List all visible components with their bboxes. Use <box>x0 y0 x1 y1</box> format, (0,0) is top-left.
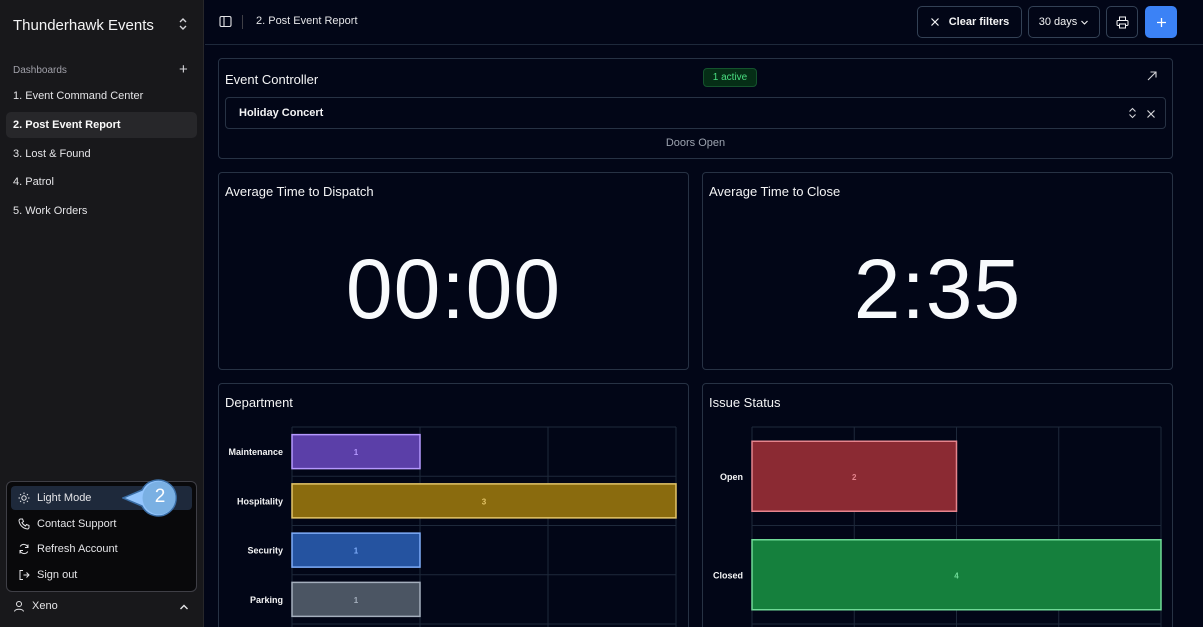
expand-icon[interactable] <box>1146 70 1158 85</box>
menu-item-label: Light Mode <box>37 492 92 504</box>
department-card: Department Maintenance 1 Hospitality 3 Secur… <box>218 383 689 627</box>
sign-out-menu-item[interactable]: Sign out <box>11 563 192 587</box>
bar-value-label: 1 <box>354 547 359 556</box>
category-label: Open <box>720 472 743 482</box>
user-icon <box>13 600 25 612</box>
date-range-select[interactable]: 30 days <box>1028 6 1100 38</box>
card-title: Event Controller <box>225 72 319 87</box>
selected-event: Holiday Concert <box>239 107 324 119</box>
category-label: Maintenance <box>228 447 283 457</box>
clear-selection-icon[interactable] <box>1146 108 1156 122</box>
chevron-up-icon[interactable] <box>178 601 190 616</box>
card-title: Average Time to Close <box>709 184 841 199</box>
department-bar-chart: Maintenance 1 Hospitality 3 Security 1 Parking… <box>228 426 677 627</box>
category-label: Parking <box>250 595 283 605</box>
bar-value-label: 2 <box>852 473 857 482</box>
refresh-account-menu-item[interactable]: Refresh Account <box>11 537 192 561</box>
sidebar-item-label: 2. Post Event Report <box>13 119 121 131</box>
avg-time-dispatch-card: Average Time to Dispatch 00:00 <box>218 172 689 370</box>
menu-item-label: Refresh Account <box>37 543 118 555</box>
category-label: Closed <box>713 570 743 580</box>
sidebar-item-label: 1. Event Command Center <box>13 90 144 102</box>
breadcrumb: 2. Post Event Report <box>256 15 358 27</box>
sidebar-item-event-command-center[interactable]: 1. Event Command Center <box>6 83 197 109</box>
sidebar-item-label: 3. Lost & Found <box>13 148 91 160</box>
refresh-icon <box>18 543 30 555</box>
issue-status-card: Issue Status Open 2 Closed 4 <box>702 383 1173 627</box>
card-title: Department <box>225 395 293 410</box>
printer-icon <box>1116 16 1129 29</box>
dashboards-section-label: Dashboards <box>13 65 67 76</box>
sidebar-item-label: 5. Work Orders <box>13 205 88 217</box>
sun-icon <box>18 492 30 504</box>
chevron-down-icon <box>1080 18 1089 27</box>
card-title: Issue Status <box>709 395 781 410</box>
card-title: Average Time to Dispatch <box>225 184 374 199</box>
bar-value-label: 1 <box>354 596 359 605</box>
print-button[interactable] <box>1106 6 1138 38</box>
menu-item-label: Contact Support <box>37 518 117 530</box>
brand-name: Thunderhawk Events <box>13 17 154 34</box>
sidebar-item-lost-and-found[interactable]: 3. Lost & Found <box>6 141 197 167</box>
workspace-switcher-icon[interactable] <box>177 16 191 34</box>
sidebar: Thunderhawk Events Dashboards + 1. Event… <box>0 0 204 627</box>
sidebar-item-post-event-report[interactable]: 2. Post Event Report <box>6 112 197 138</box>
dispatch-time-value: 00:00 <box>345 242 562 336</box>
plus-icon <box>1156 17 1167 28</box>
user-account[interactable]: Xeno <box>13 600 58 612</box>
date-range-label: 30 days <box>1038 16 1078 28</box>
bar-value-label: 3 <box>482 497 487 506</box>
category-label: Security <box>247 546 283 556</box>
event-status: Doors Open <box>665 137 726 149</box>
close-icon <box>930 17 940 27</box>
sign-out-icon <box>18 569 30 581</box>
clear-filters-label: Clear filters <box>948 16 1010 28</box>
bar-value-label: 1 <box>354 448 359 457</box>
add-dashboard-icon[interactable]: + <box>179 62 188 77</box>
step-callout-number: 2 <box>154 486 166 507</box>
sidebar-item-work-orders[interactable]: 5. Work Orders <box>6 198 197 224</box>
category-label: Hospitality <box>237 496 283 506</box>
sidebar-toggle-icon[interactable] <box>219 15 232 31</box>
avg-time-close-card: Average Time to Close 2:35 <box>702 172 1173 370</box>
phone-icon <box>18 518 30 530</box>
toolbar-divider <box>242 15 243 29</box>
status-badge: 1 active <box>703 68 757 87</box>
bar-value-label: 4 <box>954 571 959 580</box>
add-widget-button[interactable] <box>1145 6 1177 38</box>
user-name: Xeno <box>32 600 58 612</box>
issue-status-bar-chart: Open 2 Closed 4 <box>713 426 1162 627</box>
sidebar-item-patrol[interactable]: 4. Patrol <box>6 169 197 195</box>
clear-filters-button[interactable]: Clear filters <box>917 6 1022 38</box>
sidebar-item-label: 4. Patrol <box>13 176 54 188</box>
close-time-value: 2:35 <box>853 242 1022 336</box>
chevron-updown-icon[interactable] <box>1128 107 1137 122</box>
event-select[interactable]: Holiday Concert <box>225 97 1166 129</box>
menu-item-label: Sign out <box>37 569 78 581</box>
